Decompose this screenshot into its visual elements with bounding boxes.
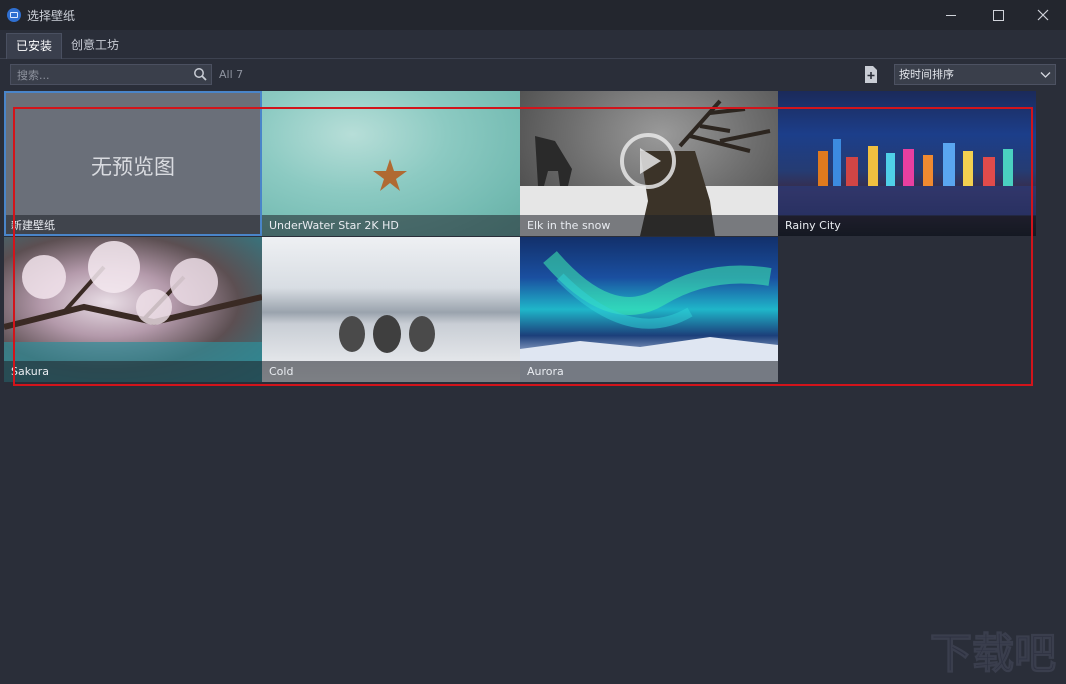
- sort-dropdown[interactable]: 按时间排序: [894, 64, 1056, 85]
- window-title: 选择壁纸: [27, 9, 76, 23]
- wallpaper-grid: 无预览图 新建壁纸 UnderWater Star 2K HD Elk in t…: [4, 91, 1049, 681]
- wallpaper-caption: Aurora: [520, 361, 778, 382]
- watermark-text: 下载吧: [930, 629, 1056, 676]
- wallpaper-caption: UnderWater Star 2K HD: [262, 215, 520, 236]
- minimize-button[interactable]: [928, 0, 974, 30]
- wallpaper-caption: Elk in the snow: [520, 215, 778, 236]
- maximize-icon: [992, 9, 1004, 21]
- wallpaper-tile-new[interactable]: 无预览图 新建壁纸: [4, 91, 262, 236]
- wallpaper-tile-aurora[interactable]: Aurora: [520, 237, 778, 382]
- title-bar: 选择壁纸: [0, 0, 1066, 30]
- add-file-icon[interactable]: [864, 66, 878, 83]
- wallpaper-tile-elk[interactable]: Elk in the snow: [520, 91, 778, 236]
- tab-workshop[interactable]: 创意工坊: [62, 33, 128, 58]
- wallpaper-count: All 7: [219, 68, 244, 81]
- wallpaper-tile-underwater[interactable]: UnderWater Star 2K HD: [262, 91, 520, 236]
- site-watermark-logo: 下载吧: [930, 629, 1057, 677]
- tab-bar: 已安装 创意工坊: [0, 30, 1066, 59]
- wallpaper-tile-sakura[interactable]: Sakura: [4, 237, 262, 382]
- chevron-down-icon: [1040, 72, 1051, 78]
- maximize-button[interactable]: [975, 0, 1021, 30]
- selection-outline: [4, 91, 262, 236]
- wallpaper-tile-cold[interactable]: Cold: [262, 237, 520, 382]
- close-button[interactable]: [1020, 0, 1066, 30]
- search-input[interactable]: [17, 67, 187, 83]
- sort-selected-value: 按时间排序: [899, 68, 954, 81]
- grid-scrollbar[interactable]: [1050, 91, 1062, 681]
- close-icon: [1037, 9, 1049, 21]
- search-icon[interactable]: [193, 67, 207, 81]
- minimize-icon: [946, 14, 956, 16]
- wallpaper-tile-rainy-city[interactable]: Rainy City: [778, 91, 1036, 236]
- wallpaper-caption: Sakura: [4, 361, 262, 382]
- wallpaper-caption: Cold: [262, 361, 520, 382]
- tab-installed[interactable]: 已安装: [6, 33, 63, 59]
- app-logo-icon: [7, 8, 21, 22]
- wallpaper-caption: Rainy City: [778, 215, 1036, 236]
- search-box[interactable]: [10, 64, 212, 85]
